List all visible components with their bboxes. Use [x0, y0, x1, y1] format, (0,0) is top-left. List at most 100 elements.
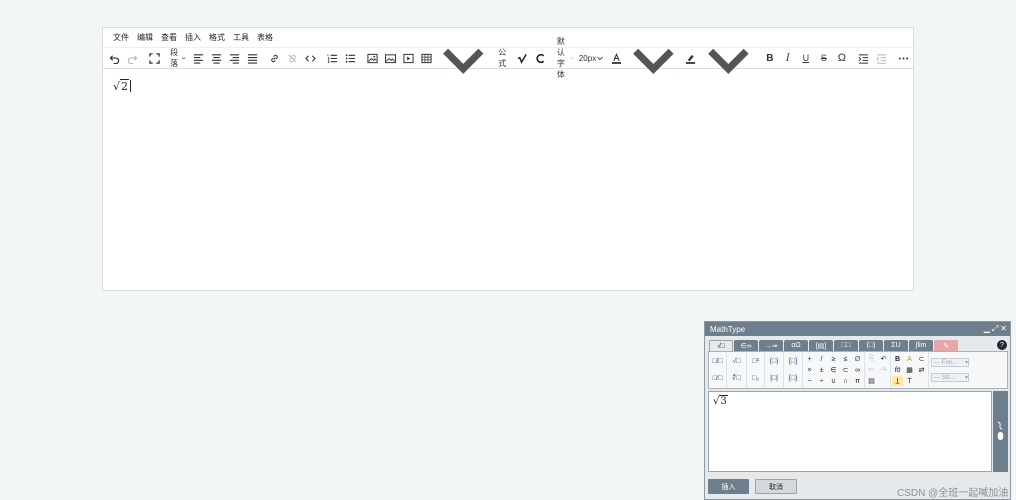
align-left-icon[interactable]	[190, 50, 207, 67]
bold-icon[interactable]: B	[761, 50, 778, 67]
font-select[interactable]: --- Fon... ▾	[931, 358, 969, 367]
size-select[interactable]: --- Siz... ▾	[931, 373, 969, 382]
undo-icon[interactable]	[106, 50, 123, 67]
tab-scripts[interactable]: □□	[834, 340, 858, 351]
geq-symbol[interactable]: ≥	[828, 354, 839, 364]
tab-brackets[interactable]: (□)	[859, 340, 883, 351]
abs-icon[interactable]: |□|	[765, 375, 783, 382]
align-justify-icon[interactable]	[244, 50, 261, 67]
code-icon[interactable]	[302, 50, 319, 67]
text-mode-icon[interactable]: I̲	[892, 376, 903, 386]
paste-icon[interactable]: ▤	[866, 376, 877, 386]
cut-icon[interactable]: ✂	[866, 365, 877, 375]
bold-icon[interactable]: B	[892, 354, 903, 364]
font-size-select[interactable]: 20px	[576, 50, 607, 67]
plus-symbol[interactable]: +	[804, 354, 815, 364]
chevron-down-icon[interactable]	[435, 30, 491, 86]
tab-matrices[interactable]: [▤]	[809, 340, 833, 351]
minus-symbol[interactable]: −	[804, 376, 815, 386]
font-family-select[interactable]: 默认字体	[554, 37, 576, 79]
mathtype-icon[interactable]	[514, 50, 531, 67]
fullscreen-icon[interactable]	[146, 50, 163, 67]
ordered-list-icon[interactable]	[324, 50, 341, 67]
tab-calculus[interactable]: ∫lim	[909, 340, 933, 351]
empty-set-symbol[interactable]: ∅	[852, 354, 863, 364]
bevelled-fraction-icon[interactable]: □⁄□	[709, 375, 726, 382]
underline-icon[interactable]: U	[797, 50, 814, 67]
alignment-icon[interactable]: ⇄	[916, 365, 927, 375]
square-brackets-icon[interactable]: [□]	[784, 358, 802, 365]
handwriting-toggle[interactable]	[993, 391, 1008, 472]
tab-handwriting[interactable]: ✎	[934, 340, 958, 351]
color-icon[interactable]: A	[904, 354, 915, 364]
menu-view[interactable]: 查看	[157, 32, 181, 43]
gallery-icon[interactable]	[382, 50, 399, 67]
highlight-color-icon[interactable]	[682, 50, 699, 67]
bullet-list-icon[interactable]	[342, 50, 359, 67]
insert-button[interactable]: 插入	[708, 479, 749, 494]
align-right-icon[interactable]	[226, 50, 243, 67]
redo-icon[interactable]: ↷	[878, 365, 889, 375]
menu-insert[interactable]: 插入	[181, 32, 205, 43]
tab-greek[interactable]: αΩ	[784, 340, 808, 351]
infinity-symbol[interactable]: ∞	[852, 365, 863, 375]
close-icon[interactable]: ✕	[1000, 324, 1007, 334]
times-symbol[interactable]: ×	[804, 365, 815, 375]
indent-icon[interactable]	[855, 50, 872, 67]
strikethrough-icon[interactable]: S	[815, 50, 832, 67]
italic-icon[interactable]: I	[779, 50, 796, 67]
parentheses-icon[interactable]: (□)	[765, 358, 783, 365]
redo-icon[interactable]	[124, 50, 141, 67]
paragraph-select[interactable]: 段落	[167, 48, 189, 68]
menu-format[interactable]: 格式	[205, 32, 229, 43]
fraction-icon[interactable]: □/□	[709, 358, 726, 365]
editor-content[interactable]: √2	[103, 69, 913, 104]
minimize-icon[interactable]: ▁	[984, 324, 990, 334]
text-size-icon[interactable]: T	[904, 376, 915, 386]
formula-input[interactable]: √3	[708, 391, 992, 472]
superscript-icon[interactable]: □²	[747, 358, 764, 365]
outdent-icon[interactable]	[873, 50, 890, 67]
menu-file[interactable]: 文件	[109, 32, 133, 43]
mathtype-titlebar[interactable]: MathType ▁ ⤢ ✕	[705, 322, 1010, 336]
divide-symbol[interactable]: ÷	[816, 376, 827, 386]
sqrt-icon[interactable]: √□	[727, 358, 746, 365]
more-icon[interactable]	[895, 50, 912, 67]
help-icon[interactable]: ?	[997, 340, 1007, 350]
chemtype-icon[interactable]	[532, 50, 549, 67]
plus-minus-symbol[interactable]: ±	[816, 365, 827, 375]
subscript-icon[interactable]: □₂	[747, 375, 764, 382]
copy-icon[interactable]: ⎘	[866, 354, 877, 364]
leq-symbol[interactable]: ≤	[840, 354, 851, 364]
braces-icon[interactable]: {□}	[784, 375, 802, 382]
nth-root-icon[interactable]: ∜□	[727, 374, 746, 382]
menu-tools[interactable]: 工具	[229, 32, 253, 43]
undo-icon[interactable]: ↶	[878, 354, 889, 364]
tab-symbols[interactable]: ∈∞	[734, 340, 758, 351]
divide-slash-symbol[interactable]: /	[816, 354, 827, 364]
link-icon[interactable]: ⊂	[916, 354, 927, 364]
tab-big-operators[interactable]: ΣU	[884, 340, 908, 351]
text-color-icon[interactable]	[608, 50, 625, 67]
menu-table[interactable]: 表格	[253, 32, 277, 43]
chevron-down-icon[interactable]	[700, 30, 757, 87]
menu-edit[interactable]: 编辑	[133, 32, 157, 43]
intersection-symbol[interactable]: ∩	[840, 376, 851, 386]
align-center-icon[interactable]	[208, 50, 225, 67]
formula-button[interactable]: 公式	[496, 48, 513, 68]
chevron-down-icon[interactable]	[625, 30, 682, 87]
media-icon[interactable]	[400, 50, 417, 67]
union-symbol[interactable]: ∪	[828, 376, 839, 386]
italic-icon[interactable]: fō	[892, 365, 903, 375]
pi-symbol[interactable]: π	[852, 376, 863, 386]
subset-symbol[interactable]: ⊂	[840, 365, 851, 375]
element-of-symbol[interactable]: ∈	[828, 365, 839, 375]
special-char-icon[interactable]: Ω	[833, 50, 850, 67]
table-icon[interactable]	[418, 50, 435, 67]
tab-general[interactable]: √□	[709, 340, 733, 351]
image-icon[interactable]	[364, 50, 381, 67]
unlink-icon[interactable]	[284, 50, 301, 67]
link-icon[interactable]	[266, 50, 283, 67]
maximize-icon[interactable]: ⤢	[992, 324, 998, 334]
cancel-button[interactable]: 取消	[755, 479, 797, 494]
